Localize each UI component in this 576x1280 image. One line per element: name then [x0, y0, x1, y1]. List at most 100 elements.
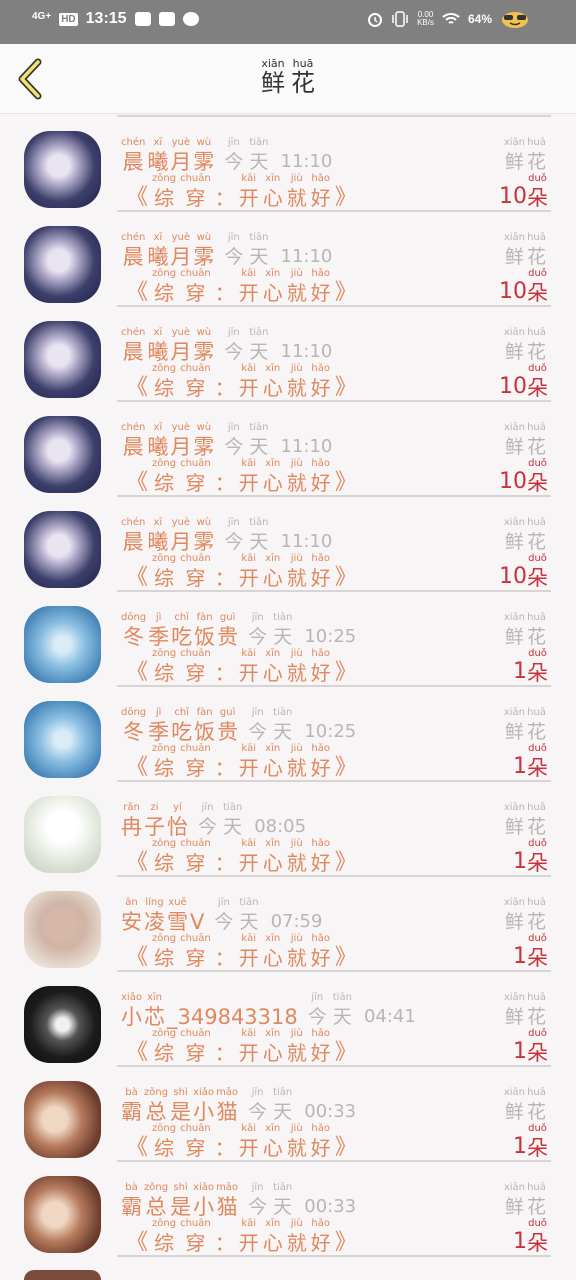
avatar-girl-night[interactable] — [24, 511, 101, 588]
book-title-character: kāi 开 — [239, 838, 259, 876]
list-item[interactable]: chén 晨 xī 曦 yuè 月 wù 雺 jīn 今 tiān 天 11:10 《 zōng 综 chuān… — [0, 115, 576, 210]
book-title-character: xīn 心 — [263, 838, 283, 876]
book-title-character: ： — [215, 933, 235, 971]
sender-name[interactable]: chén 晨 xī 曦 yuè 月 wù 雺 — [121, 232, 214, 270]
book-title-character: ： — [215, 173, 235, 211]
pinyin-annotation: tiān — [273, 707, 293, 718]
list-item[interactable]: chén 晨 xī 曦 yuè 月 wù 雺 jīn 今 tiān 天 11:10 《 zōng 综 chuān… — [0, 305, 576, 400]
book-title-character: chuān 穿 — [180, 1218, 211, 1256]
unit-character: duǒ 朵 — [527, 838, 548, 876]
list-item[interactable]: dōng 冬 jì 季 chī 吃 fàn 饭 guì 贵 jīn 今 tiān 天 10:25 《 zōng 综… — [0, 590, 576, 685]
pinyin-annotation: xī — [153, 517, 163, 528]
avatar-girl-photo[interactable] — [24, 891, 101, 968]
pinyin-annotation: jiù — [290, 363, 303, 374]
time-value: 11:10 — [280, 341, 333, 362]
sender-name[interactable]: dōng 冬 jì 季 chī 吃 fàn 饭 guì 贵 — [121, 707, 238, 745]
hanzi-character: 霸 — [121, 1195, 142, 1219]
today-character: tiān 天 — [273, 1087, 292, 1125]
avatar-white-hair-boy[interactable] — [24, 796, 101, 873]
list-item[interactable]: chén 晨 xī 曦 yuè 月 wù 雺 jīn 今 tiān 天 11:10 《 zōng 综 chuān… — [0, 400, 576, 495]
sender-name[interactable]: bà 霸 zǒng 总 shì 是 xiǎo 小 māo 猫 — [121, 1087, 238, 1125]
pinyin-annotation: zǒng — [144, 1087, 169, 1098]
book-title: 《 zōng 综 chuān 穿 ： kāi 开 xīn 心 jiù 就 hǎo 好》 — [126, 1218, 357, 1256]
sender-name[interactable]: dōng 冬 jì 季 chī 吃 fàn 饭 guì 贵 — [121, 612, 238, 650]
quote-open: 《 — [126, 185, 149, 210]
sender-name[interactable]: chén 晨 xī 曦 yuè 月 wù 雺 — [121, 517, 214, 555]
divider — [117, 1255, 551, 1257]
hanzi-character: 月 — [170, 435, 192, 459]
list-item[interactable]: chén 晨 xī 曦 yuè 月 wù 雺 jīn 今 tiān 天 11:10 《 zōng 综 chuān… — [0, 495, 576, 590]
unit-character: duǒ 朵 — [527, 1028, 548, 1066]
hanzi-character: 花 — [526, 151, 546, 173]
flower-character: xiān 鲜 — [504, 897, 525, 935]
pinyin-annotation: wù — [196, 137, 212, 148]
flower-label: xiān 鲜 huā 花 — [504, 517, 546, 555]
pinyin-annotation: chuān — [180, 268, 211, 279]
avatar-couple[interactable] — [24, 1176, 101, 1253]
hanzi-character: 饭 — [194, 625, 216, 649]
pinyin-annotation: zi — [150, 802, 159, 813]
quote-open: 《 — [126, 1230, 149, 1255]
pinyin-annotation: xī — [153, 232, 163, 243]
hanzi-character: 鲜 — [504, 246, 524, 268]
timestamp: jīn 今 tiān 天 00:33 — [248, 1182, 356, 1220]
hanzi-character: 天 — [332, 1006, 352, 1028]
hanzi-character: 好 — [310, 1041, 331, 1065]
hanzi-character: 今 — [224, 531, 244, 553]
avatar-girl-night[interactable] — [24, 226, 101, 303]
name-character: xiǎo 小 — [193, 1087, 214, 1125]
count-value: 1 — [513, 1229, 527, 1254]
pinyin-annotation: zōng — [152, 838, 177, 849]
book-title-character: zōng 综 — [152, 173, 176, 211]
pinyin-annotation: duǒ — [528, 173, 547, 184]
book-title: 《 zōng 综 chuān 穿 ： kāi 开 xīn 心 jiù 就 hǎo 好》 — [126, 743, 357, 781]
sender-name[interactable]: rǎn 冉 zi 子 yí 怡 — [121, 802, 188, 840]
sender-name[interactable]: chén 晨 xī 曦 yuè 月 wù 雺 — [121, 137, 214, 175]
pinyin-annotation: duǒ — [528, 838, 547, 849]
avatar-dark-boy[interactable] — [24, 986, 101, 1063]
list-item[interactable]: bà 霸 zǒng 总 shì 是 xiǎo 小 māo 猫 jīn 今 tiān 天 00:33 《 zōng… — [0, 1160, 576, 1255]
flower-count: 10 duǒ 朵 — [499, 363, 548, 401]
hanzi-character: 就 — [286, 281, 307, 305]
sender-name[interactable]: ān 安 líng 凌 xuě 雪 V — [121, 897, 204, 935]
pinyin-annotation: xīn — [265, 363, 281, 374]
pinyin-annotation: xiān — [503, 612, 525, 623]
hanzi-character: 花 — [526, 341, 546, 363]
book-title-character: jiù 就 — [287, 458, 307, 496]
sender-name[interactable]: xiǎo 小 xīn 芯 _349843318 — [121, 992, 298, 1030]
pinyin-annotation: duǒ — [528, 648, 547, 659]
sender-name[interactable]: chén 晨 xī 曦 yuè 月 wù 雺 — [121, 327, 214, 365]
sender-name[interactable]: bà 霸 zǒng 总 shì 是 xiǎo 小 māo 猫 — [121, 1182, 238, 1220]
avatar-girl-night[interactable] — [24, 416, 101, 493]
list-item[interactable]: xiǎo 小 xīn 芯 _349843318 jīn 今 tiān 天 04:41 《 zōng 综… — [0, 970, 576, 1065]
pinyin-annotation: xiān — [503, 802, 525, 813]
hanzi-character: 朵 — [527, 1231, 548, 1255]
avatar-girl-night[interactable] — [24, 131, 101, 208]
pinyin-annotation: fàn — [196, 707, 213, 718]
list-item[interactable]: rǎn 冉 zi 子 yí 怡 jīn 今 tiān 天 08:05 《 zōng 综 chuān 穿 ： kā… — [0, 780, 576, 875]
list-item[interactable]: dōng 冬 jì 季 chī 吃 fàn 饭 guì 贵 jīn 今 tiān 天 10:25 《 zōng 综… — [0, 685, 576, 780]
hanzi-character: 天 — [273, 1101, 293, 1123]
hanzi-character: 就 — [286, 851, 307, 875]
avatar-couple[interactable] — [24, 1081, 101, 1158]
book-title-character: zōng 综 — [152, 743, 176, 781]
timestamp: jīn 今 tiān 天 11:10 — [224, 422, 332, 460]
hanzi-character: 晨 — [122, 340, 144, 364]
avatar-ice-heart[interactable] — [24, 606, 101, 683]
list-item[interactable]: ān 安 líng 凌 xuě 雪 Vjīn 今 tiān 天 07:59 《 zōng 综 chuān 穿… — [0, 875, 576, 970]
hanzi-character: 花 — [291, 69, 315, 97]
hanzi-character: 雺 — [193, 435, 215, 459]
pinyin-annotation: xīn — [265, 743, 281, 754]
avatar-ice-heart[interactable] — [24, 701, 101, 778]
pinyin-annotation: xiān — [503, 992, 525, 1003]
name-character: xī 曦 — [147, 422, 168, 460]
sender-name[interactable]: chén 晨 xī 曦 yuè 月 wù 雺 — [121, 422, 214, 460]
list-item[interactable]: bà 霸 zǒng 总 shì 是 xiǎo 小 māo 猫 jīn 今 tiān 天 00:33 《 zōng… — [0, 1065, 576, 1160]
quote-open: 《 — [126, 660, 149, 685]
hanzi-character: ： — [214, 756, 235, 780]
pinyin-annotation: kāi — [241, 838, 257, 849]
hanzi-character: ： — [214, 1041, 235, 1065]
time-value: 04:41 — [363, 1006, 416, 1027]
list-item[interactable]: chén 晨 xī 曦 yuè 月 wù 雺 jīn 今 tiān 天 11:10 《 zōng 综 chuān… — [0, 210, 576, 305]
avatar-girl-night[interactable] — [24, 321, 101, 398]
